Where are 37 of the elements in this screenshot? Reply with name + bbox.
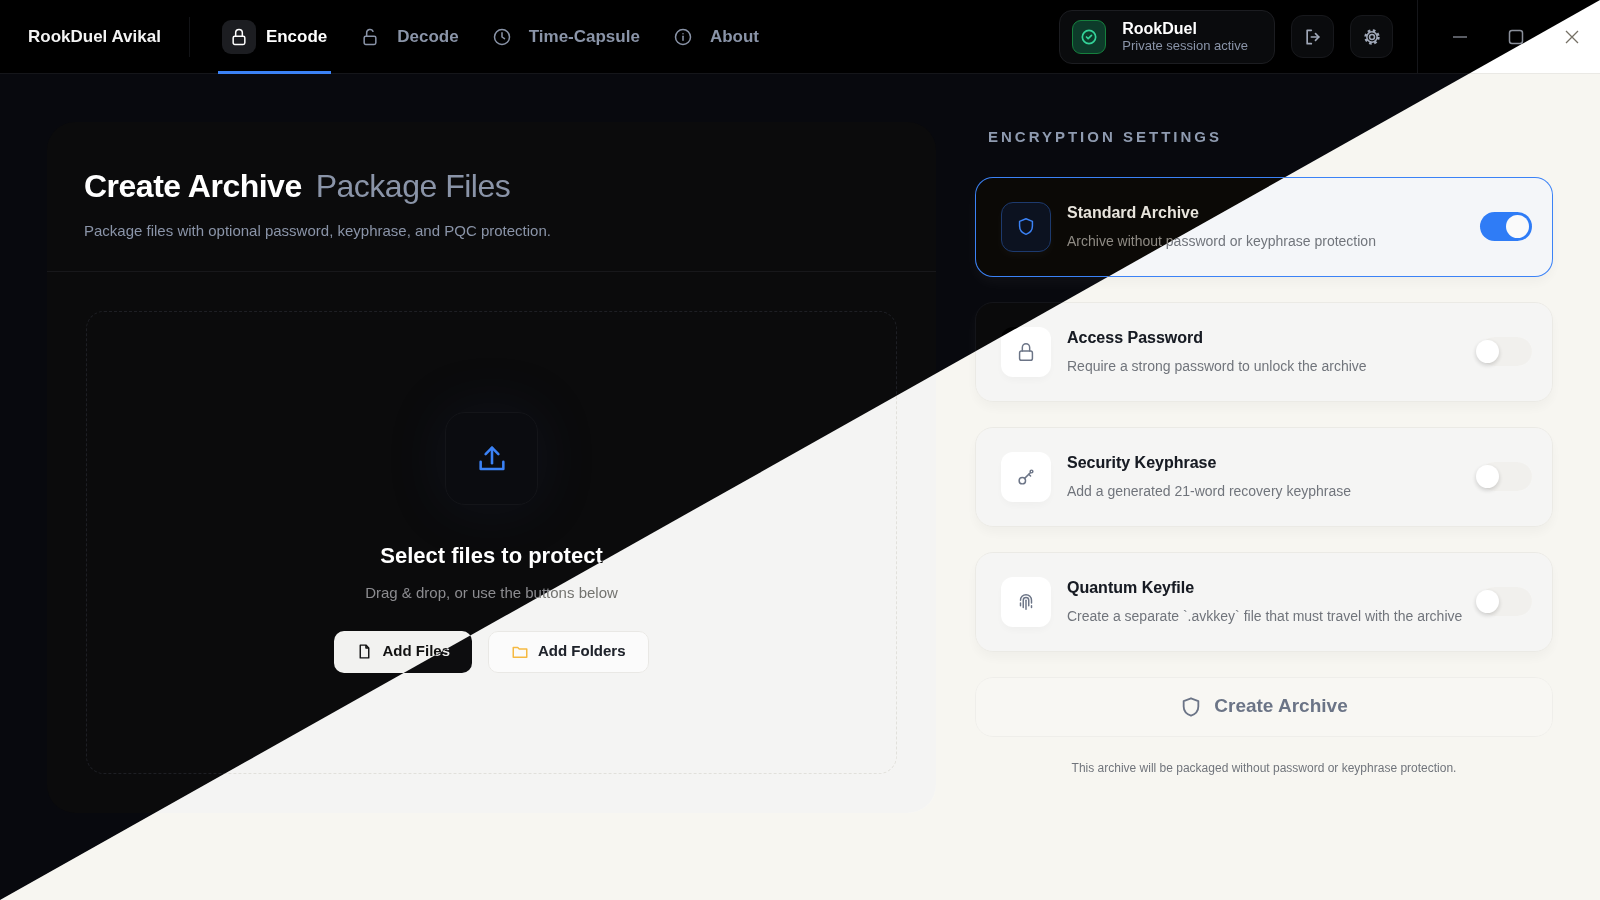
clock-icon <box>491 26 512 47</box>
app-brand: RookDuel Avikal <box>28 16 190 57</box>
panel-subtitle: Package Files <box>315 167 511 206</box>
option-title: Security Keyphrase <box>1067 453 1218 473</box>
session-name: RookDuel <box>1122 19 1198 38</box>
nav-tab[interactable]: Encode <box>217 0 332 74</box>
nav-tab[interactable]: Time-Capsule <box>480 0 644 74</box>
minimize-icon <box>1453 35 1467 38</box>
option-card[interactable]: Standard Archive Archive without password or keyphrase protection <box>975 176 1553 277</box>
dropzone-heading: Select files to protect <box>380 542 603 570</box>
option-description: Add a generated 21-word recovery keyphrase <box>1067 482 1352 501</box>
option-title: Access Password <box>1067 328 1205 348</box>
panel-description: Package files with optional password, keyphrase, and PQC protection. <box>84 221 552 241</box>
maximize-icon <box>1508 28 1524 45</box>
create-archive-button[interactable]: Create Archive <box>975 676 1553 737</box>
option-card[interactable]: Access Password Require a strong password to unlock the archive <box>975 301 1553 402</box>
option-description: Archive without password or keyphrase protection <box>1067 232 1376 251</box>
option-description: Require a strong password to unlock the archive <box>1067 357 1367 376</box>
upload-icon <box>445 412 538 505</box>
gear-icon <box>1361 26 1382 47</box>
option-title: Quantum Keyfile <box>1067 578 1196 598</box>
panel-title: Create Archive <box>84 167 302 206</box>
toggle-switch[interactable] <box>1480 212 1532 241</box>
add-folders-button[interactable]: Add Folders <box>488 630 649 673</box>
nav-tab[interactable]: Decode <box>349 0 463 74</box>
option-title: Standard Archive <box>1067 203 1200 223</box>
option-card[interactable]: Security Keyphrase Add a generated 21-word recovery keyphrase <box>975 426 1553 527</box>
option-description: Create a separate `.avkkey` file that must travel with the archive <box>1067 607 1463 626</box>
session-status: Private session active <box>1122 37 1248 54</box>
option-card[interactable]: Quantum Keyfile Create a separate `.avkkey` file that must travel with the archive <box>975 551 1553 652</box>
settings-button[interactable] <box>1350 15 1393 58</box>
logout-button[interactable] <box>1291 15 1334 58</box>
info-icon <box>672 26 693 47</box>
footnote: This archive will be packaged without password or keyphrase protection. <box>1070 759 1458 777</box>
close-icon <box>1565 29 1579 44</box>
nav-tab[interactable]: About <box>661 0 763 74</box>
section-heading: ENCRYPTION SETTINGS <box>988 127 1223 147</box>
